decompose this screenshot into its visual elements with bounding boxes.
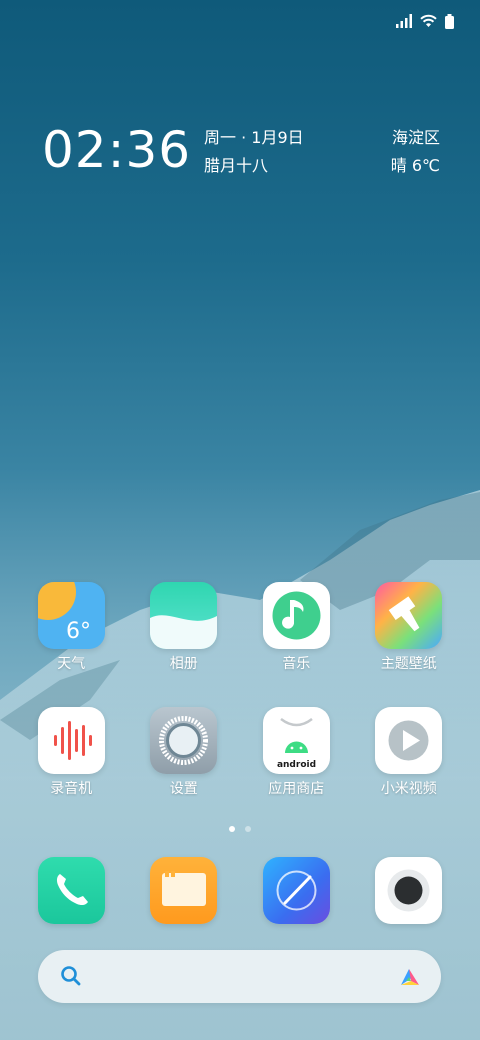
app-label: 录音机 bbox=[50, 781, 93, 797]
app-store[interactable]: android 应用商店 bbox=[240, 707, 353, 832]
app-label: 小米视频 bbox=[380, 781, 437, 797]
video-icon bbox=[375, 707, 443, 774]
weather-status: 晴 6℃ bbox=[390, 156, 440, 175]
dock-phone[interactable] bbox=[15, 857, 128, 925]
camera-icon bbox=[375, 857, 443, 924]
weather-icon-temp: 6° bbox=[66, 619, 91, 644]
dock-browser[interactable] bbox=[240, 857, 353, 925]
phone-icon bbox=[37, 857, 105, 924]
location-district: 海淀区 bbox=[391, 128, 440, 147]
page-dot bbox=[245, 826, 251, 832]
page-indicator bbox=[0, 826, 480, 832]
weather-info: 海淀区 晴 6℃ bbox=[391, 124, 440, 180]
app-video[interactable]: 小米视频 bbox=[353, 707, 466, 832]
app-row: 6° 天气 相册 音乐 主题壁纸 bbox=[15, 582, 465, 707]
dock-messages[interactable] bbox=[128, 857, 241, 925]
app-label: 应用商店 bbox=[268, 781, 325, 797]
clock-widget[interactable]: 02:36 周一 · 1月9日 腊月十八 海淀区 晴 6℃ bbox=[42, 118, 442, 188]
app-label: 相册 bbox=[169, 656, 198, 672]
page-dot-active bbox=[229, 826, 235, 832]
lunar-date: 腊月十八 bbox=[204, 156, 269, 175]
dock bbox=[15, 857, 465, 925]
browser-icon bbox=[262, 857, 330, 924]
messages-icon bbox=[150, 857, 218, 924]
app-recorder[interactable]: 录音机 bbox=[15, 707, 128, 832]
clock-time: 02:36 bbox=[42, 121, 192, 179]
dock-camera[interactable] bbox=[353, 857, 466, 925]
status-bar bbox=[396, 10, 454, 32]
app-label: 音乐 bbox=[282, 656, 311, 672]
wifi-icon bbox=[420, 14, 437, 27]
weekday-date: 周一 · 1月9日 bbox=[204, 128, 304, 147]
app-settings[interactable]: 设置 bbox=[128, 707, 241, 832]
battery-icon bbox=[445, 13, 454, 29]
recorder-icon bbox=[37, 707, 105, 774]
app-gallery[interactable]: 相册 bbox=[128, 582, 241, 707]
app-grid: 6° 天气 相册 音乐 主题壁纸 录音机 设置 android 应用商店 小米视… bbox=[15, 582, 465, 832]
app-store-badge: android bbox=[277, 760, 316, 770]
search-bar[interactable] bbox=[38, 950, 441, 1003]
app-label: 设置 bbox=[169, 781, 198, 797]
app-label: 主题壁纸 bbox=[380, 656, 437, 672]
app-label: 天气 bbox=[57, 656, 86, 672]
date-info: 周一 · 1月9日 腊月十八 bbox=[204, 124, 304, 180]
app-music[interactable]: 音乐 bbox=[240, 582, 353, 707]
app-themes[interactable]: 主题壁纸 bbox=[353, 582, 466, 707]
weather-icon: 6° bbox=[37, 582, 105, 649]
themes-icon bbox=[375, 582, 443, 649]
search-icon bbox=[61, 966, 81, 986]
app-row: 录音机 设置 android 应用商店 小米视频 bbox=[15, 707, 465, 832]
app-store-icon: android bbox=[262, 707, 330, 774]
assistant-icon[interactable] bbox=[397, 963, 423, 989]
app-weather[interactable]: 6° 天气 bbox=[15, 582, 128, 707]
signal-icon bbox=[396, 14, 412, 28]
music-icon bbox=[262, 582, 330, 649]
gallery-icon bbox=[150, 582, 218, 649]
settings-icon bbox=[150, 707, 218, 774]
